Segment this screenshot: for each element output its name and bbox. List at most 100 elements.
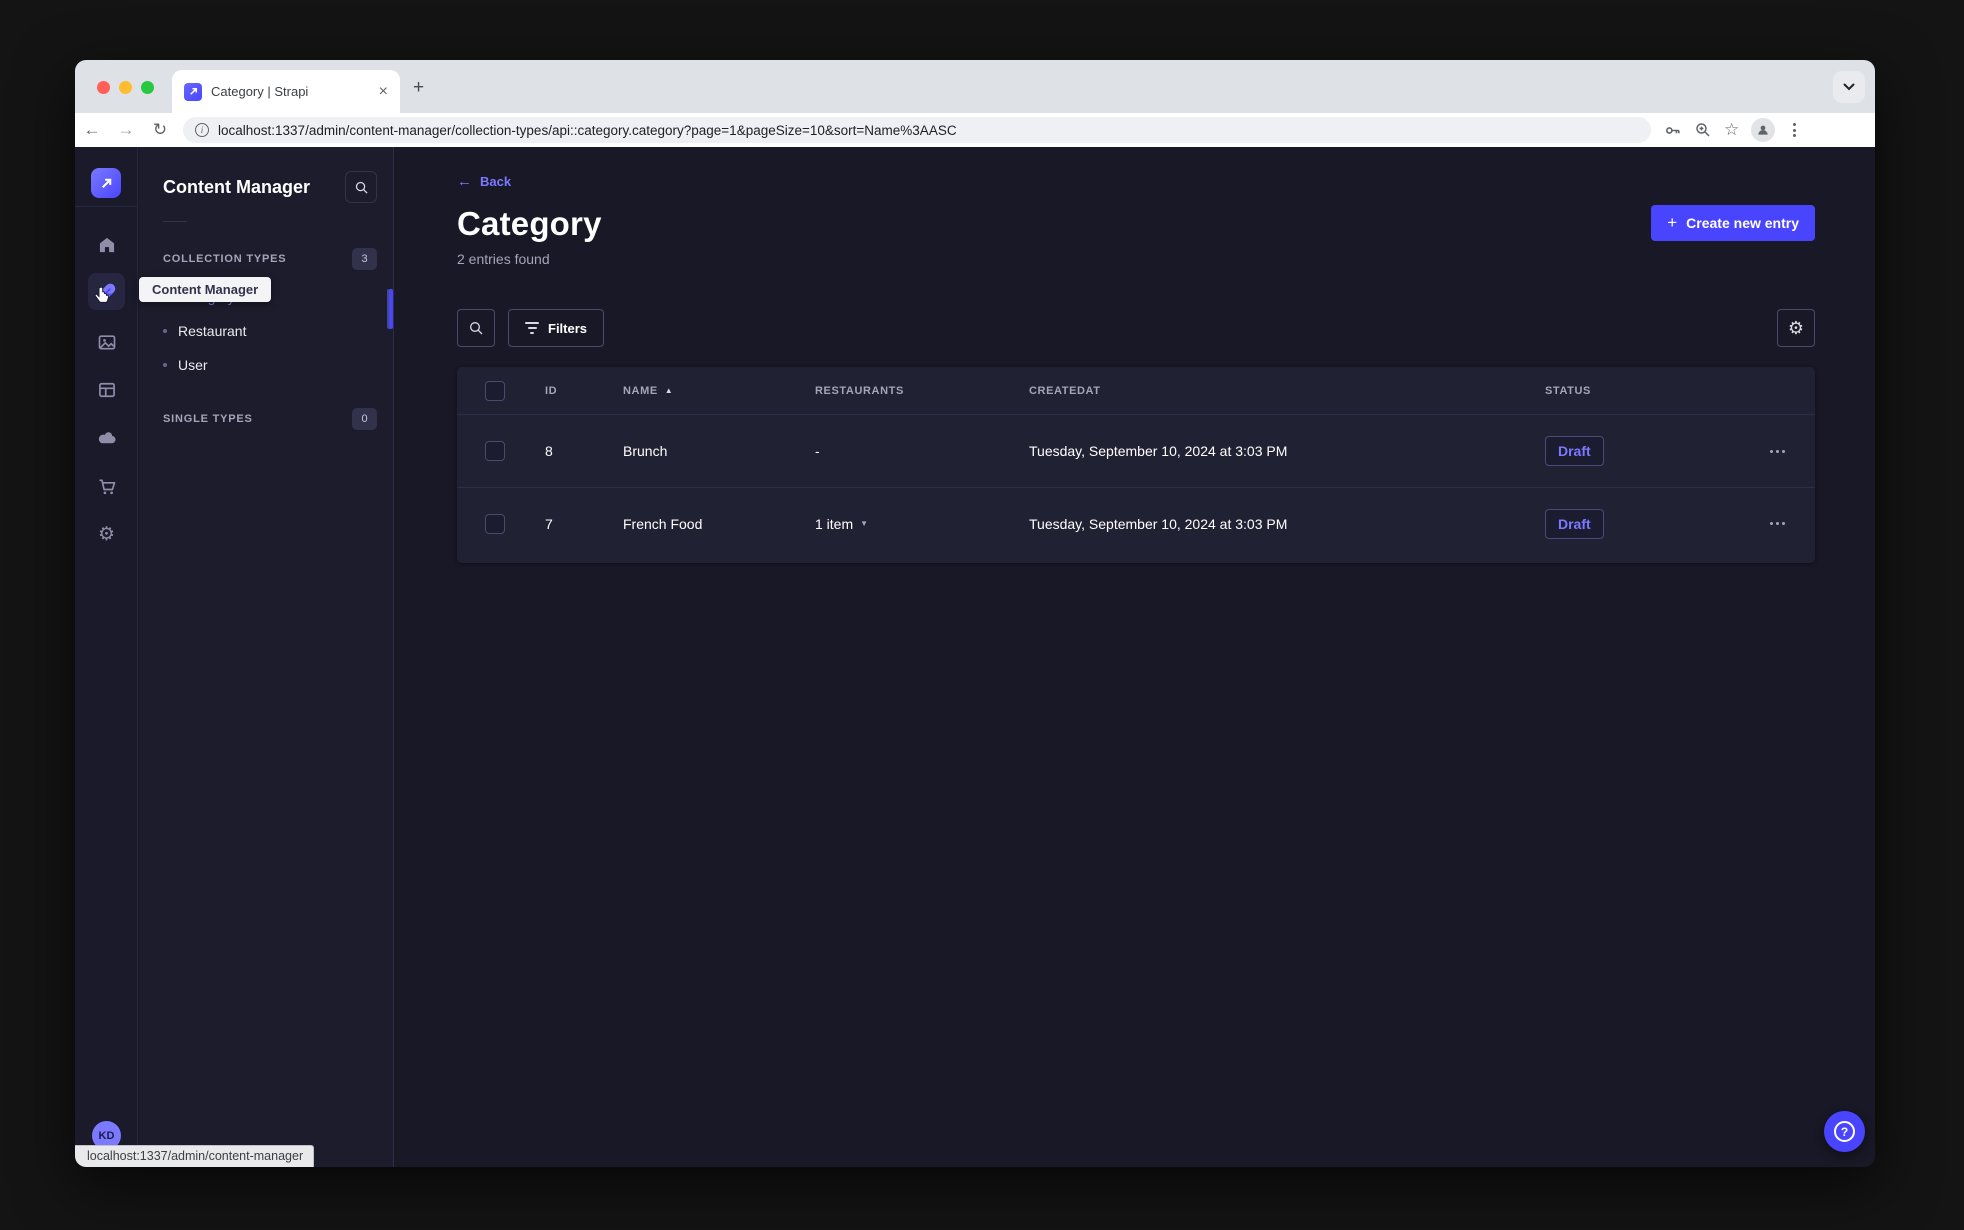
tab-strip: Category | Strapi × + bbox=[75, 60, 1875, 113]
row-checkbox[interactable] bbox=[485, 513, 505, 534]
row-checkbox[interactable] bbox=[485, 441, 505, 461]
cell-restaurants[interactable]: 1 item ▼ bbox=[815, 516, 1029, 532]
column-header-name[interactable]: NAME ▲ bbox=[623, 385, 815, 397]
sidebar-item-cloud[interactable] bbox=[88, 419, 125, 456]
cell-createdat: Tuesday, September 10, 2024 at 3:03 PM bbox=[1029, 515, 1288, 532]
maximize-window-button[interactable] bbox=[141, 81, 154, 94]
search-icon bbox=[355, 181, 368, 194]
sidebar-item-restaurant[interactable]: Restaurant bbox=[139, 314, 393, 348]
cart-icon bbox=[99, 479, 115, 494]
close-window-button[interactable] bbox=[97, 81, 110, 94]
content-type-builder-icon bbox=[98, 382, 115, 397]
tab-search-chevron-icon[interactable] bbox=[1833, 71, 1865, 103]
help-button[interactable]: ? bbox=[1824, 1111, 1865, 1152]
subnav-title: Content Manager bbox=[163, 176, 311, 197]
sidebar-item-media-library[interactable] bbox=[88, 323, 125, 360]
page-title: Category bbox=[457, 205, 602, 242]
browser-tab[interactable]: Category | Strapi × bbox=[172, 70, 400, 113]
main-navigation-rail: ⚙ KD bbox=[75, 147, 138, 1167]
column-header-createdat[interactable]: CREATEDAT bbox=[1029, 385, 1545, 397]
create-new-entry-button[interactable]: + Create new entry bbox=[1651, 205, 1815, 241]
strapi-favicon-icon bbox=[184, 82, 202, 101]
password-key-icon[interactable] bbox=[1663, 121, 1682, 140]
rail-divider bbox=[75, 206, 137, 207]
filters-button[interactable]: Filters bbox=[508, 309, 605, 347]
entries-table: ID NAME ▲ RESTAURANTS CREATEDAT STATUS 8 … bbox=[457, 367, 1815, 563]
sidebar-item-user[interactable]: User bbox=[139, 348, 393, 382]
nav-item-label: User bbox=[178, 357, 208, 373]
strapi-admin: ⚙ KD Content Manager COLLECTION TYPES 3 bbox=[75, 147, 1875, 1167]
cell-name: French Food bbox=[623, 515, 703, 532]
cell-name: Brunch bbox=[623, 443, 668, 459]
sidebar-item-home[interactable] bbox=[88, 226, 125, 263]
row-actions-menu-icon[interactable] bbox=[1768, 516, 1787, 531]
mouse-cursor-icon bbox=[94, 287, 110, 303]
toolbar-actions: ☆ bbox=[1663, 118, 1802, 142]
sidebar-item-content-type-builder[interactable] bbox=[88, 371, 125, 408]
strapi-logo-icon[interactable] bbox=[91, 168, 121, 198]
sort-asc-icon: ▲ bbox=[664, 386, 674, 395]
search-icon bbox=[470, 322, 483, 335]
status-badge: Draft bbox=[1545, 508, 1604, 539]
create-button-label: Create new entry bbox=[1686, 215, 1799, 231]
reload-icon[interactable]: ↻ bbox=[143, 120, 177, 140]
url-text[interactable]: localhost:1337/admin/content-manager/col… bbox=[218, 123, 957, 138]
single-types-section: SINGLE TYPES 0 bbox=[139, 408, 393, 430]
cell-id: 7 bbox=[545, 515, 553, 532]
column-header-restaurants[interactable]: RESTAURANTS bbox=[815, 385, 1029, 397]
collection-types-count-badge: 3 bbox=[352, 248, 377, 270]
zoom-icon[interactable] bbox=[1694, 121, 1712, 139]
cell-createdat: Tuesday, September 10, 2024 at 3:03 PM bbox=[1029, 443, 1288, 459]
filters-label: Filters bbox=[548, 320, 588, 336]
chevron-down-icon: ▼ bbox=[860, 519, 869, 528]
sidebar-item-marketplace[interactable] bbox=[88, 468, 125, 505]
row-actions-menu-icon[interactable] bbox=[1768, 444, 1787, 459]
browser-profile-icon[interactable] bbox=[1751, 118, 1776, 142]
collection-types-section: COLLECTION TYPES 3 bbox=[139, 248, 393, 270]
gear-icon: ⚙ bbox=[1787, 318, 1805, 338]
browser-menu-icon[interactable] bbox=[1787, 123, 1802, 137]
table-search-button[interactable] bbox=[457, 309, 495, 347]
bullet-icon bbox=[163, 363, 167, 367]
arrow-left-icon: ← bbox=[457, 173, 472, 190]
cell-id: 8 bbox=[545, 443, 553, 459]
filter-icon bbox=[525, 322, 539, 334]
table-header-row: ID NAME ▲ RESTAURANTS CREATEDAT STATUS bbox=[457, 367, 1815, 415]
browser-window: Category | Strapi × + ← → ↻ i localhost:… bbox=[75, 60, 1875, 1167]
select-all-checkbox[interactable] bbox=[485, 380, 505, 401]
subnav-divider bbox=[163, 221, 187, 222]
content-manager-tooltip: Content Manager bbox=[139, 277, 272, 302]
tab-close-icon[interactable]: × bbox=[379, 83, 388, 100]
minimize-window-button[interactable] bbox=[119, 81, 132, 94]
settings-gear-icon: ⚙ bbox=[97, 524, 116, 545]
back-link[interactable]: ← Back bbox=[457, 173, 511, 190]
sidebar-item-settings[interactable]: ⚙ bbox=[88, 516, 125, 553]
back-icon[interactable]: ← bbox=[75, 120, 109, 140]
status-bar-link: localhost:1337/admin/content-manager bbox=[75, 1145, 315, 1167]
forward-icon[interactable]: → bbox=[109, 120, 143, 140]
bookmark-star-icon[interactable]: ☆ bbox=[1724, 120, 1739, 140]
site-info-icon[interactable]: i bbox=[195, 123, 209, 137]
entries-count: 2 entries found bbox=[457, 251, 550, 267]
url-bar[interactable]: i localhost:1337/admin/content-manager/c… bbox=[183, 117, 1651, 143]
single-types-count-badge: 0 bbox=[352, 408, 377, 430]
browser-toolbar: ← → ↻ i localhost:1337/admin/content-man… bbox=[75, 113, 1875, 147]
view-settings-button[interactable]: ⚙ bbox=[1777, 309, 1815, 347]
cell-restaurants: - bbox=[815, 443, 820, 459]
subnav-search-button[interactable] bbox=[345, 171, 377, 203]
active-item-indicator bbox=[389, 289, 393, 329]
back-label: Back bbox=[480, 174, 512, 189]
collection-types-label: COLLECTION TYPES bbox=[163, 253, 287, 265]
window-controls[interactable] bbox=[97, 81, 154, 94]
column-header-id[interactable]: ID bbox=[545, 385, 623, 397]
media-library-icon bbox=[98, 334, 115, 349]
table-row[interactable]: 7 French Food 1 item ▼ Tuesday, September… bbox=[457, 487, 1815, 559]
table-row[interactable]: 8 Brunch - Tuesday, September 10, 2024 a… bbox=[457, 415, 1815, 487]
new-tab-button[interactable]: + bbox=[413, 78, 424, 97]
column-header-status[interactable]: STATUS bbox=[1545, 385, 1741, 397]
bullet-icon bbox=[163, 329, 167, 333]
single-types-label: SINGLE TYPES bbox=[163, 413, 253, 425]
home-icon bbox=[99, 237, 114, 252]
main-content: ← Back Category + Create new entry 2 ent… bbox=[395, 147, 1875, 1167]
plus-icon: + bbox=[1667, 213, 1678, 232]
